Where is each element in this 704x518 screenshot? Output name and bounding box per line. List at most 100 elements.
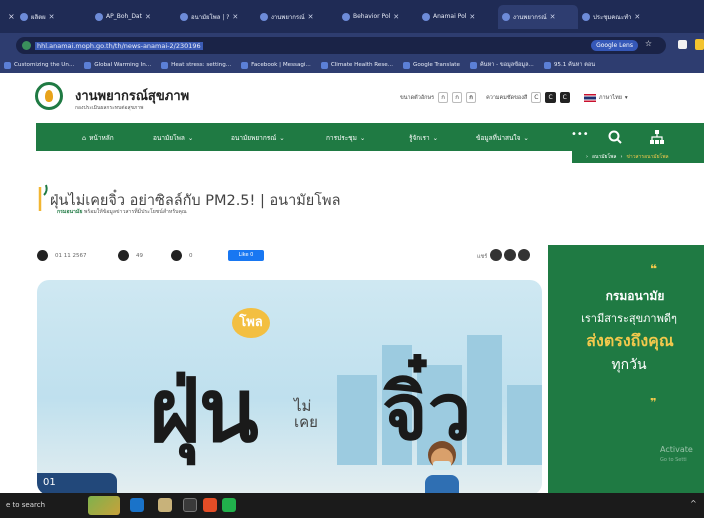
close-icon[interactable]: ✕	[232, 13, 238, 21]
eye-icon	[118, 250, 129, 261]
star-icon[interactable]: ☆	[645, 39, 652, 48]
bookmark-item[interactable]: Global Warming In...	[84, 61, 151, 69]
chrome-icon[interactable]	[203, 498, 217, 512]
close-icon[interactable]: ✕	[49, 13, 55, 21]
tab-favicon-icon	[422, 12, 430, 21]
language-selector[interactable]: ภาษาไทย ▾	[583, 93, 628, 102]
browser-tab[interactable]: งานพยากรณ์ ✕	[256, 5, 338, 29]
windows-activation-watermark: Activate	[660, 445, 693, 454]
site-subtitle: กองประเมินผลกระทบต่อสุขภาพ	[75, 105, 144, 111]
bookmark-item[interactable]: Heat stress: setting...	[161, 61, 231, 69]
close-icon[interactable]: ✕	[145, 13, 151, 21]
extension-icon[interactable]	[678, 40, 687, 49]
text-size-small-button[interactable]: ก	[438, 92, 449, 103]
chevron-up-icon[interactable]: ^	[690, 499, 697, 508]
url-text[interactable]: hhl.anamai.moph.go.th/th/news-anamai-2/2…	[35, 41, 203, 50]
bookmark-item[interactable]: Google Translate	[403, 61, 460, 69]
close-icon[interactable]: ✕	[634, 13, 640, 21]
site-header: งานพยากรณ์สุขภาพ กองประเมินผลกระทบต่อสุข…	[0, 73, 704, 123]
chevron-down-icon: ⌄	[523, 134, 529, 142]
sitemap-icon[interactable]	[648, 128, 666, 146]
google-lens-button[interactable]: Google Lens	[591, 40, 638, 51]
bookmark-item[interactable]: 95.1 ค้นหา ตอน	[543, 61, 595, 69]
search-icon[interactable]	[606, 128, 624, 146]
view-count: 49	[136, 253, 143, 259]
promo-line: เรามีสาระสุขภาพดีๆ	[581, 312, 677, 325]
tab-favicon-icon	[502, 12, 510, 21]
nav-more-button[interactable]: •••	[571, 129, 589, 140]
nav-meetings[interactable]: การประชุม ⌄	[326, 133, 365, 143]
browser-tab[interactable]: Behavior Pol ✕	[338, 5, 418, 29]
promo-highlight: ส่งตรงถึงคุณ	[586, 331, 674, 350]
edge-icon[interactable]	[130, 498, 144, 512]
breadcrumb-separator: ›	[586, 154, 588, 160]
chevron-down-icon: ⌄	[187, 134, 194, 142]
poll-badge: โพล	[232, 308, 270, 338]
breadcrumb-item[interactable]: อนามัยโพล	[592, 153, 617, 161]
bookmark-item[interactable]: Climate Health Rese...	[320, 61, 393, 69]
browser-tab[interactable]: อนามัยโพล | ? ✕	[176, 5, 256, 29]
text-size-medium-button[interactable]: ก	[452, 92, 463, 103]
nav-anamai-forecast[interactable]: อนามัยพยากรณ์ ⌄	[231, 133, 285, 143]
facebook-share-icon[interactable]	[490, 249, 502, 261]
department-logo-icon[interactable]	[35, 82, 63, 110]
facebook-icon	[241, 61, 249, 69]
contrast-yellow-button[interactable]: C	[559, 92, 570, 103]
line-share-icon[interactable]	[518, 249, 530, 261]
bookmark-item[interactable]: Customizing the Un...	[4, 61, 74, 69]
nav-interesting-info[interactable]: ข้อมูลที่น่าสนใจ ⌄	[476, 133, 529, 143]
close-icon[interactable]: ✕	[308, 13, 314, 21]
bookmark-icon	[161, 61, 169, 69]
building-shape	[507, 385, 542, 465]
line-app-icon[interactable]	[222, 498, 236, 512]
site-title[interactable]: งานพยากรณ์สุขภาพ	[75, 85, 189, 106]
accessibility-tools: ขนาดตัวอักษร ก ก ก ความคมชัดของสี C C C …	[400, 92, 628, 103]
bookmark-item[interactable]: Facebook | Messagi...	[241, 61, 311, 69]
bookmark-icon	[4, 61, 11, 69]
tab-close-x[interactable]: ×	[4, 5, 16, 29]
browser-tab[interactable]: ผลิตผ ✕	[16, 5, 91, 29]
close-icon[interactable]: ✕	[469, 13, 475, 21]
tab-favicon-icon	[582, 12, 590, 21]
share-label: แชร์	[477, 254, 488, 260]
text-size-large-button[interactable]: ก	[466, 92, 477, 103]
share-count-icon	[171, 250, 182, 261]
post-date: 01 11 2567	[55, 253, 87, 259]
hero-headline-dust: ฝุ่น	[149, 359, 259, 462]
file-explorer-icon[interactable]	[158, 498, 172, 512]
contrast-dark-button[interactable]: C	[545, 92, 556, 103]
twitter-share-icon[interactable]	[504, 249, 516, 261]
browser-tab-active[interactable]: งานพยากรณ์ ✕	[498, 4, 578, 29]
nav-about[interactable]: รู้จักเรา ⌄	[409, 133, 438, 143]
browser-tab[interactable]: AP_Boh_Dat ✕	[91, 5, 176, 29]
taskbar-widget-icon[interactable]	[88, 496, 120, 515]
nav-anamai-poll[interactable]: อนามัยโพล ⌄	[153, 133, 193, 143]
extension-icon[interactable]	[695, 39, 704, 50]
site-info-icon[interactable]	[22, 41, 31, 50]
close-icon[interactable]: ✕	[393, 13, 399, 21]
promo-line: ทุกวัน	[611, 357, 647, 373]
bookmark-item[interactable]: ค้นหา - ขอมูลข้อมูล...	[469, 61, 534, 69]
close-icon[interactable]: ✕	[550, 13, 556, 21]
building-shape	[467, 335, 502, 465]
browser-tab[interactable]: Anamai Pol ✕	[418, 5, 498, 29]
tab-favicon-icon	[180, 12, 188, 21]
facebook-like-button[interactable]: Like 0	[228, 250, 264, 261]
chevron-down-icon: ⌄	[432, 134, 439, 142]
clock-icon	[37, 250, 48, 261]
windows-activation-sub: Go to Setti	[660, 457, 687, 463]
quote-open-icon: ❝	[650, 262, 658, 276]
text-size-label: ขนาดตัวอักษร	[400, 94, 435, 101]
url-field[interactable]: hhl.anamai.moph.go.th/th/news-anamai-2/2…	[16, 37, 666, 54]
app-icon[interactable]	[183, 498, 197, 512]
nav-home[interactable]: ⌂ หน้าหลัก	[82, 133, 114, 143]
browser-tab[interactable]: ประชุมคณะทำ ✕	[578, 5, 656, 29]
contrast-normal-button[interactable]: C	[531, 92, 542, 103]
tab-favicon-icon	[95, 12, 103, 21]
contrast-label: ความคมชัดของสี	[486, 94, 528, 101]
taskbar-search[interactable]: e to search	[6, 501, 45, 509]
thai-flag-icon	[583, 93, 596, 102]
hero-headline-never: ไม่ เคย	[294, 397, 318, 431]
bookmark-icon	[469, 61, 477, 69]
bookmark-icon	[543, 61, 551, 69]
